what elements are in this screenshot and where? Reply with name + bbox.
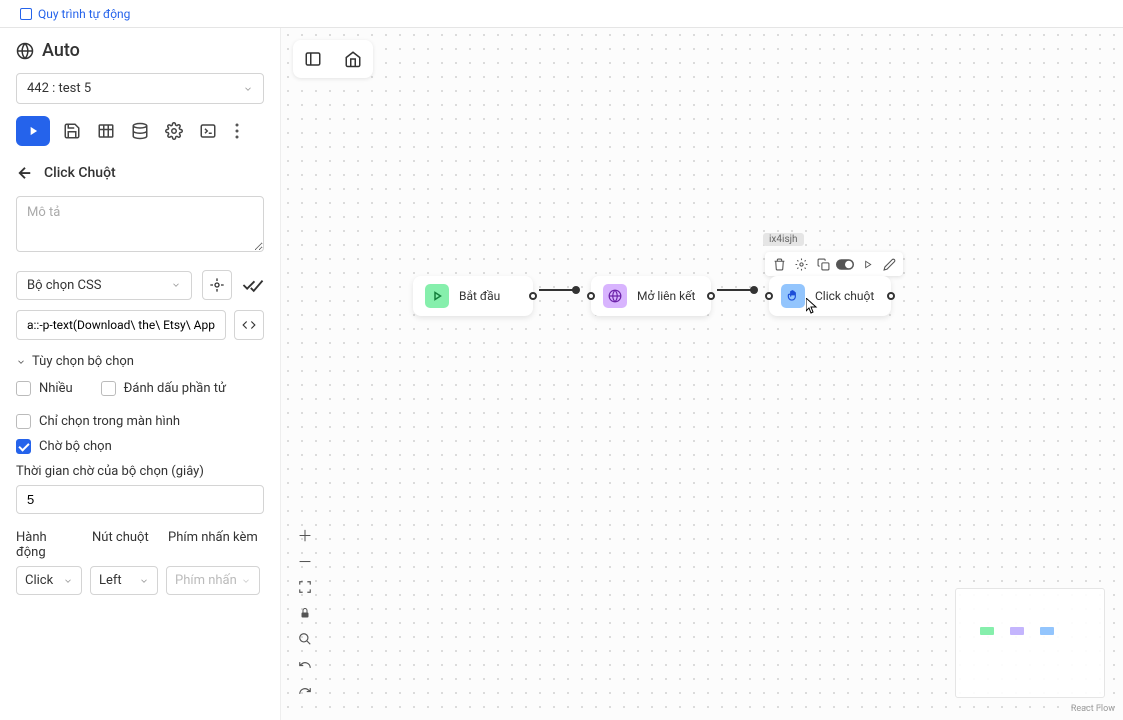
workspace-title: Auto [16,40,264,61]
checkbox[interactable] [16,381,31,396]
checkbox[interactable] [101,381,116,396]
flow-canvas[interactable]: Bắt đầu Mở liên kết ix4isjh [281,28,1123,720]
save-button[interactable] [60,119,84,143]
wait-time-input[interactable] [16,485,264,514]
canvas-top-controls [293,40,373,78]
node-run-button[interactable] [858,255,876,273]
zoom-out-button[interactable]: － [293,550,317,572]
globe-icon [603,284,627,308]
lock-button[interactable] [293,602,317,624]
modifier-keys-select[interactable]: Phím nhấn [166,566,260,595]
workflow-select[interactable]: 442 : test 5 [16,73,264,104]
back-icon[interactable] [16,164,34,182]
node-label: Click chuột [815,289,874,303]
flow-edge[interactable] [539,289,575,291]
play-icon [26,124,40,138]
verify-button[interactable] [242,277,264,293]
sidebar: Auto 442 : test 5 [0,28,280,720]
canvas-container: Bắt đầu Mở liên kết ix4isjh [280,28,1123,720]
chevron-down-icon [63,576,73,586]
input-port[interactable] [587,292,595,300]
node-toolbar [765,252,903,276]
pointer-icon [781,284,805,308]
node-settings-button[interactable] [792,255,810,273]
search-button[interactable] [293,628,317,650]
chevron-down-icon [243,84,253,94]
table-button[interactable] [94,119,118,143]
selector-input[interactable] [16,310,226,340]
globe-icon [16,42,34,60]
mouse-button-select[interactable]: Left [90,566,158,595]
home-button[interactable] [333,40,373,78]
chevron-down-icon [171,280,181,290]
node-click-mouse[interactable]: Click chuột [769,276,891,316]
action-select[interactable]: Click [16,566,82,595]
minimap-node [1010,627,1024,635]
tab-bar: Quy trình tự động [0,0,1123,28]
tab-automation[interactable]: Quy trình tự động [10,3,140,25]
node-start[interactable]: Bắt đầu [413,276,533,316]
node-open-link[interactable]: Mở liên kết [591,276,711,316]
canvas-zoom-controls: ＋ － [293,524,317,702]
more-button[interactable] [230,119,244,143]
node-toggle-button[interactable] [836,255,854,273]
node-edit-button[interactable] [880,255,898,273]
react-flow-attribution: React Flow [1071,704,1115,714]
fit-view-button[interactable] [293,576,317,598]
option-wait-selector[interactable]: Chờ bộ chọn [16,439,264,454]
minimap[interactable] [955,588,1105,698]
node-id-badge: ix4isjh [763,233,804,246]
node-copy-button[interactable] [814,255,832,273]
chevron-down-icon [16,357,26,367]
option-visible-only[interactable]: Chỉ chọn trong màn hình [16,414,264,429]
toggle-sidebar-button[interactable] [293,40,333,78]
redo-button[interactable] [293,680,317,702]
zoom-in-button[interactable]: ＋ [293,524,317,546]
terminal-button[interactable] [196,119,220,143]
node-title: Click Chuột [44,165,116,181]
input-port[interactable] [765,292,773,300]
database-button[interactable] [128,119,152,143]
node-panel-header: Click Chuột [16,164,264,182]
checkbox-checked[interactable] [16,439,31,454]
play-icon [425,284,449,308]
run-button[interactable] [16,116,50,146]
undo-button[interactable] [293,654,317,676]
settings-button[interactable] [162,119,186,143]
output-port[interactable] [707,292,715,300]
output-port[interactable] [887,292,895,300]
target-picker-button[interactable] [202,270,232,300]
flow-edge[interactable] [717,289,753,291]
tab-label: Quy trình tự động [38,7,130,21]
chevron-down-icon [241,576,251,586]
action-labels: Hành động Nút chuột Phím nhấn kèm [16,530,264,560]
selector-options-toggle[interactable]: Tùy chọn bộ chọn [16,354,264,369]
selector-code-button[interactable] [234,310,264,340]
sidebar-toolbar [16,116,264,146]
minimap-node [1040,627,1054,635]
selector-type-select[interactable]: Bộ chọn CSS [16,271,192,300]
node-label: Bắt đầu [459,289,500,303]
minimap-node [980,627,994,635]
option-multiple[interactable]: Nhiều [16,381,73,396]
description-input[interactable] [16,196,264,252]
delete-node-button[interactable] [770,255,788,273]
wait-time-label: Thời gian chờ của bộ chọn (giây) [16,464,264,479]
option-mark-element[interactable]: Đánh dấu phần tử [101,381,226,396]
output-port[interactable] [529,292,537,300]
node-label: Mở liên kết [637,289,695,303]
workflow-icon [20,8,32,20]
chevron-down-icon [139,576,149,586]
checkbox[interactable] [16,414,31,429]
